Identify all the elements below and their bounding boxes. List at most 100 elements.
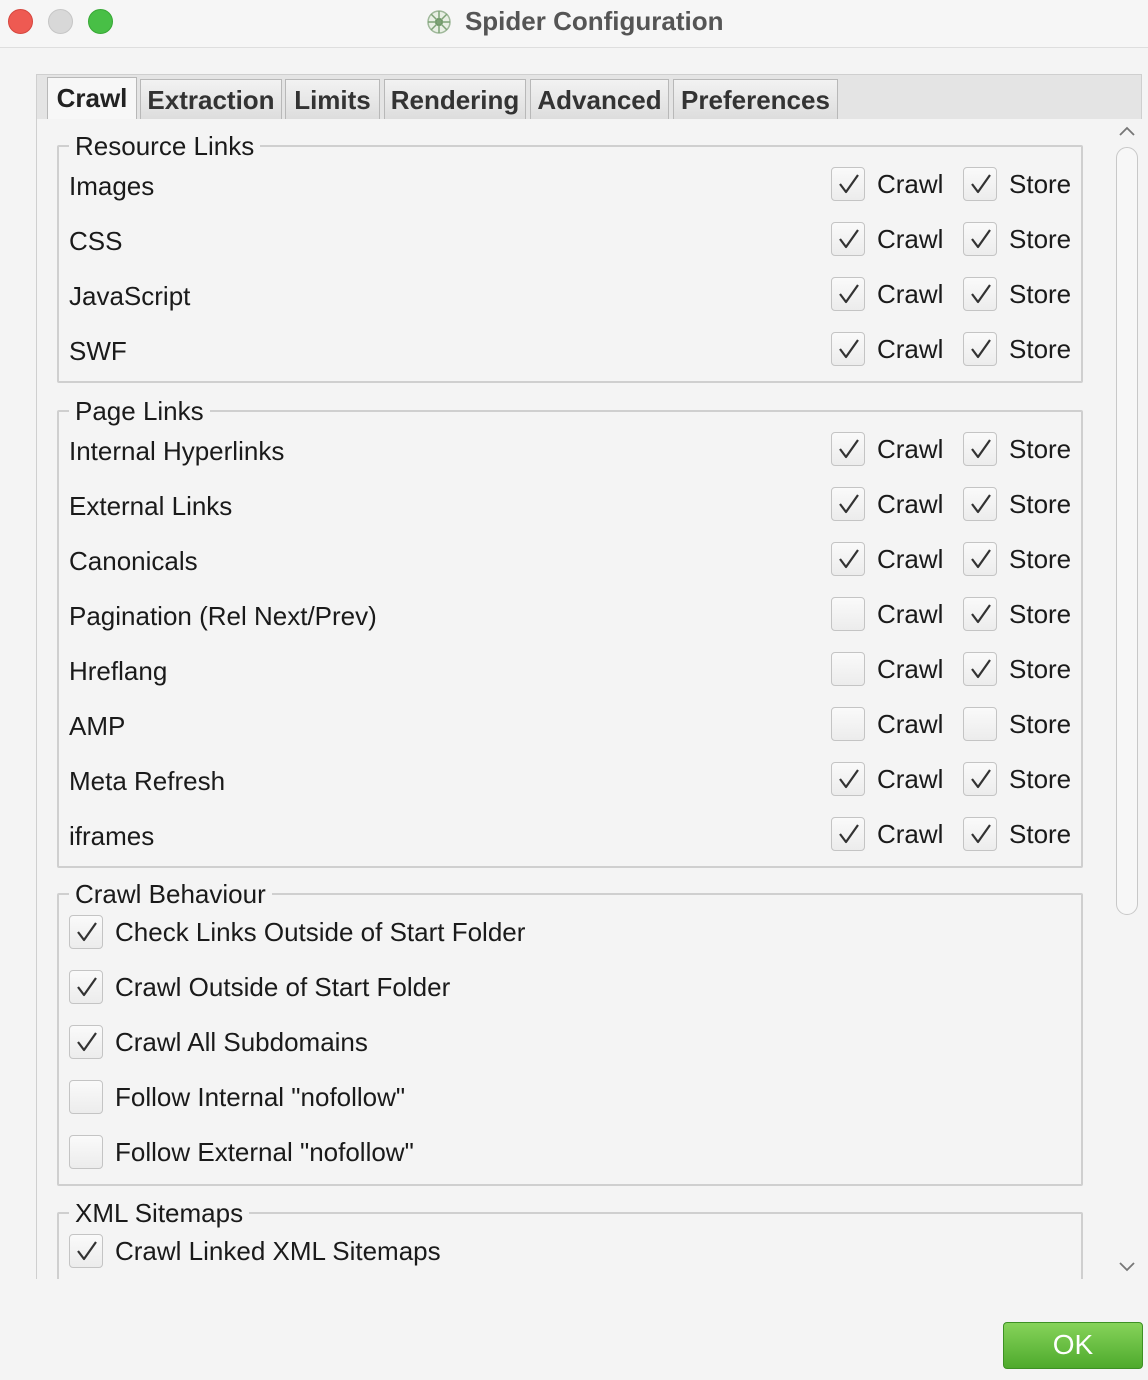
chevron-up-icon[interactable] [1116, 121, 1138, 143]
tab-bar: Crawl Extraction Limits Rendering Advanc… [36, 74, 1142, 122]
crawl-checkbox-pagination-rel-next-prev[interactable] [831, 597, 865, 631]
crawl-checkbox-swf[interactable] [831, 332, 865, 366]
crawl-label[interactable]: Crawl [877, 764, 943, 794]
crawl-checkbox-javascript[interactable] [831, 277, 865, 311]
checkbox-row-follow-external-nofollow[interactable]: Follow External "nofollow" [59, 1127, 1081, 1182]
checkbox-crawl-all-subdomains[interactable] [69, 1025, 103, 1059]
checkbox-label[interactable]: Crawl Linked XML Sitemaps [115, 1236, 441, 1266]
xml-sitemaps-group: XML Sitemaps Crawl Linked XML Sitemaps [57, 1200, 1083, 1279]
crawl-label[interactable]: Crawl [877, 709, 943, 739]
store-checkbox-iframes[interactable] [963, 817, 997, 851]
store-checkbox-swf[interactable] [963, 332, 997, 366]
window-title-group: Spider Configuration [0, 6, 1148, 38]
checkbox-crawl-outside-of-start-folder[interactable] [69, 970, 103, 1004]
store-label[interactable]: Store [1009, 544, 1071, 574]
store-label[interactable]: Store [1009, 709, 1071, 739]
checkbox-row-crawl-all-subdomains[interactable]: Crawl All Subdomains [59, 1017, 1081, 1072]
crawl-label[interactable]: Crawl [877, 224, 943, 254]
crawl-checkbox-meta-refresh[interactable] [831, 762, 865, 796]
crawl-label[interactable]: Crawl [877, 434, 943, 464]
checkmark-icon [971, 824, 991, 844]
checkbox-label[interactable]: Follow Internal "nofollow" [115, 1082, 405, 1112]
option-row-amp: AMP Crawl Store [59, 699, 1081, 754]
checkmark-icon [971, 494, 991, 514]
tab-crawl[interactable]: Crawl [47, 77, 137, 122]
crawl-label[interactable]: Crawl [877, 819, 943, 849]
checkbox-label[interactable]: Follow External "nofollow" [115, 1137, 414, 1167]
option-label: Pagination (Rel Next/Prev) [69, 601, 377, 631]
store-checkbox-css[interactable] [963, 222, 997, 256]
checkbox-check-links-outside-of-start-folder[interactable] [69, 915, 103, 949]
store-label[interactable]: Store [1009, 764, 1071, 794]
store-label[interactable]: Store [1009, 654, 1071, 684]
store-label[interactable]: Store [1009, 279, 1071, 309]
store-label[interactable]: Store [1009, 334, 1071, 364]
tab-extraction[interactable]: Extraction [140, 79, 282, 121]
checkmark-icon [839, 229, 859, 249]
option-label: Internal Hyperlinks [69, 436, 285, 466]
checkmark-icon [839, 439, 859, 459]
checkbox-label[interactable]: Crawl All Subdomains [115, 1027, 368, 1057]
store-label[interactable]: Store [1009, 489, 1071, 519]
option-label: CSS [69, 226, 123, 256]
scrollbar-thumb[interactable] [1116, 147, 1138, 915]
store-label[interactable]: Store [1009, 599, 1071, 629]
store-checkbox-pagination-rel-next-prev[interactable] [963, 597, 997, 631]
chevron-down-icon[interactable] [1116, 1255, 1138, 1277]
crawl-label[interactable]: Crawl [877, 489, 943, 519]
crawl-checkbox-external-links[interactable] [831, 487, 865, 521]
checkbox-row-check-links-outside-of-start-folder[interactable]: Check Links Outside of Start Folder [59, 907, 1081, 962]
option-row-canonicals: Canonicals Crawl Store [59, 534, 1081, 589]
checkmark-icon [77, 1032, 97, 1052]
store-checkbox-meta-refresh[interactable] [963, 762, 997, 796]
crawl-behaviour-group: Crawl Behaviour Check Links Outside of S… [57, 881, 1083, 1186]
option-label: AMP [69, 711, 126, 741]
option-label: JavaScript [69, 281, 191, 311]
tab-advanced[interactable]: Advanced [530, 79, 669, 121]
crawl-label[interactable]: Crawl [877, 169, 943, 199]
checkbox-follow-internal-nofollow[interactable] [69, 1080, 103, 1114]
checkmark-icon [77, 977, 97, 997]
crawl-checkbox-internal-hyperlinks[interactable] [831, 432, 865, 466]
ok-button[interactable]: OK [1003, 1322, 1143, 1369]
crawl-checkbox-hreflang[interactable] [831, 652, 865, 686]
checkbox-crawl-linked-xml-sitemaps[interactable] [69, 1234, 103, 1268]
checkbox-row-crawl-outside-of-start-folder[interactable]: Crawl Outside of Start Folder [59, 962, 1081, 1017]
store-label[interactable]: Store [1009, 819, 1071, 849]
checkbox-row-follow-internal-nofollow[interactable]: Follow Internal "nofollow" [59, 1072, 1081, 1127]
store-label[interactable]: Store [1009, 434, 1071, 464]
crawl-checkbox-css[interactable] [831, 222, 865, 256]
vertical-scrollbar[interactable] [1112, 119, 1142, 1279]
checkbox-follow-external-nofollow[interactable] [69, 1135, 103, 1169]
checkbox-label[interactable]: Crawl Outside of Start Folder [115, 972, 450, 1002]
crawl-label[interactable]: Crawl [877, 599, 943, 629]
crawl-label[interactable]: Crawl [877, 279, 943, 309]
store-label[interactable]: Store [1009, 224, 1071, 254]
store-checkbox-javascript[interactable] [963, 277, 997, 311]
tab-preferences[interactable]: Preferences [673, 79, 838, 121]
checkbox-row-crawl-linked-xml-sitemaps[interactable]: Crawl Linked XML Sitemaps [59, 1226, 1081, 1279]
crawl-checkbox-iframes[interactable] [831, 817, 865, 851]
option-row-images: Images Crawl Store [59, 159, 1081, 214]
crawl-checkbox-canonicals[interactable] [831, 542, 865, 576]
tab-rendering[interactable]: Rendering [384, 79, 526, 121]
crawl-label[interactable]: Crawl [877, 654, 943, 684]
crawl-checkbox-amp[interactable] [831, 707, 865, 741]
tab-limits[interactable]: Limits [285, 79, 380, 121]
store-checkbox-hreflang[interactable] [963, 652, 997, 686]
store-checkbox-internal-hyperlinks[interactable] [963, 432, 997, 466]
store-checkbox-canonicals[interactable] [963, 542, 997, 576]
store-checkbox-images[interactable] [963, 167, 997, 201]
option-label: Hreflang [69, 656, 168, 686]
store-checkbox-amp[interactable] [963, 707, 997, 741]
store-checkbox-external-links[interactable] [963, 487, 997, 521]
checkbox-label[interactable]: Check Links Outside of Start Folder [115, 917, 525, 947]
option-label: iframes [69, 821, 155, 851]
crawl-label[interactable]: Crawl [877, 334, 943, 364]
store-label[interactable]: Store [1009, 169, 1071, 199]
crawl-label[interactable]: Crawl [877, 544, 943, 574]
crawl-checkbox-images[interactable] [831, 167, 865, 201]
option-row-swf: SWF Crawl Store [59, 324, 1081, 379]
checkmark-icon [971, 604, 991, 624]
checkmark-icon [971, 769, 991, 789]
